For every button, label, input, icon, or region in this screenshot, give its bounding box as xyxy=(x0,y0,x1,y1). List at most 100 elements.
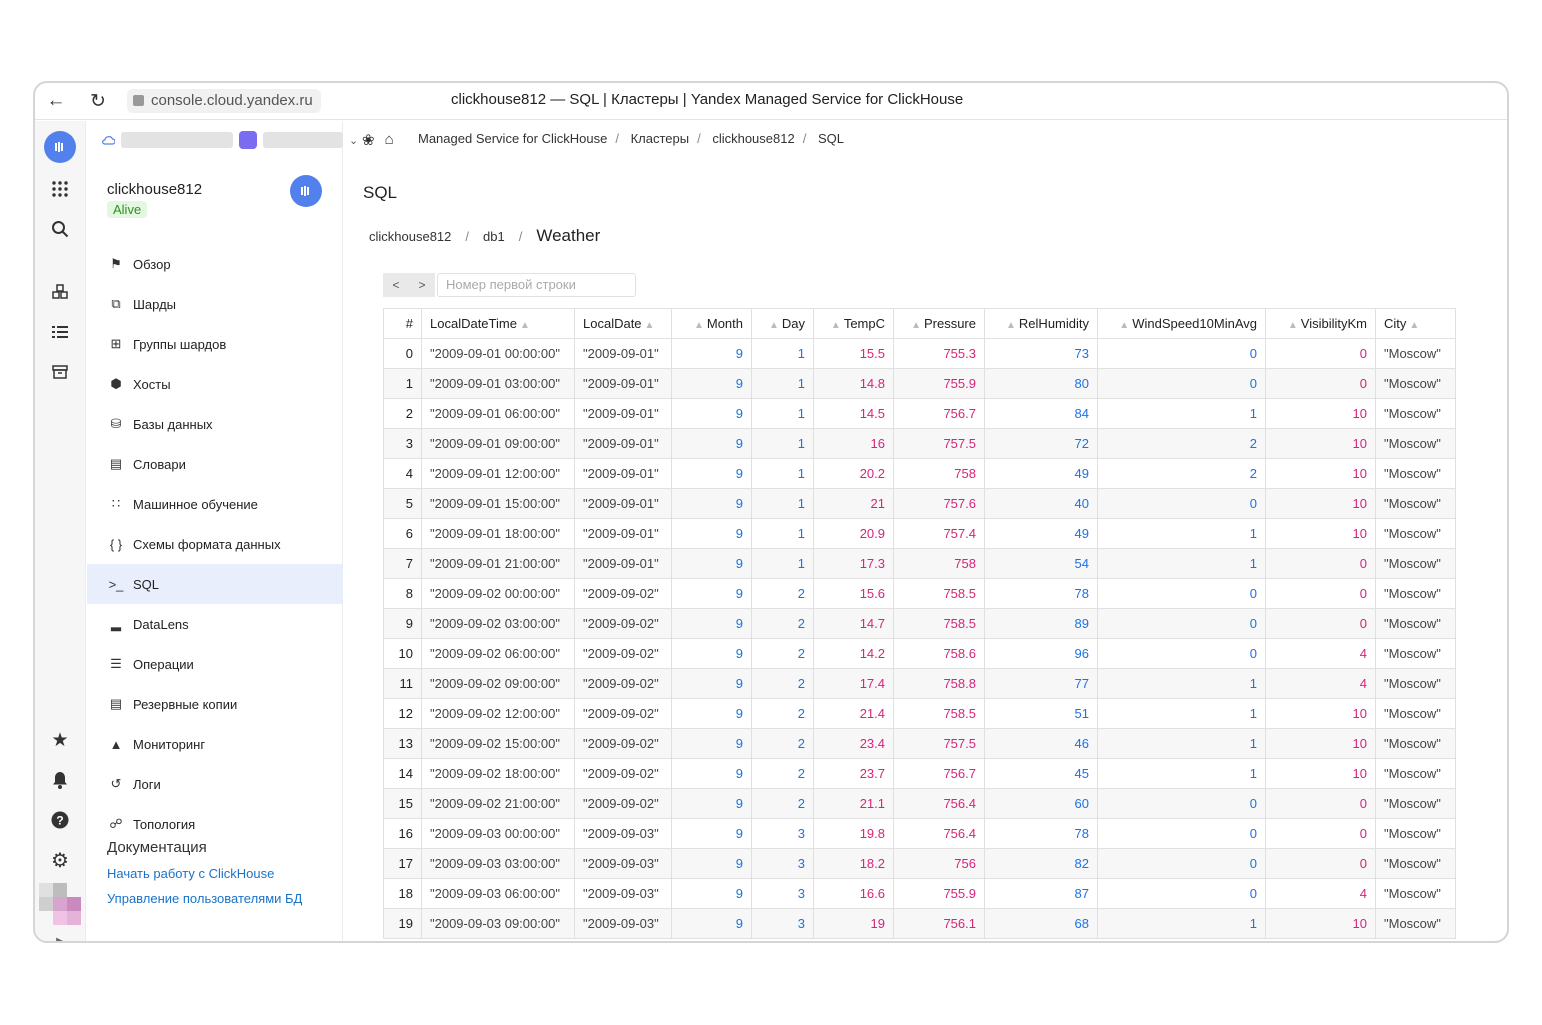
docs-link-getting-started[interactable]: Начать работу с ClickHouse xyxy=(107,866,302,881)
sidebar-item-backups[interactable]: ▤ Резервные копии xyxy=(87,684,343,724)
table-row: 15 "2009-09-02 21:00:00" "2009-09-02" 9 2 21.… xyxy=(383,788,1456,819)
table-cell: 0 xyxy=(1097,578,1266,609)
sidebar-item-datalens[interactable]: ▂ DataLens xyxy=(87,604,343,644)
table-cell: 9 xyxy=(671,668,752,699)
sort-icon[interactable]: ▲ xyxy=(831,320,841,331)
sidebar-item-databases[interactable]: ⛁ Базы данных xyxy=(87,404,343,444)
table-cell: 46 xyxy=(984,728,1098,759)
table-row: 4 "2009-09-01 12:00:00" "2009-09-01" 9 1 20.2… xyxy=(383,458,1456,489)
cluster-name: clickhouse812 xyxy=(107,181,203,198)
sort-icon[interactable]: ▲ xyxy=(1288,320,1298,331)
table-cell: 1 xyxy=(1097,908,1266,939)
column-header[interactable]: LocalDate ▲ xyxy=(574,308,672,339)
archive-icon[interactable] xyxy=(48,360,72,384)
table-cell: "2009-09-01 15:00:00" xyxy=(421,488,575,519)
table-cell: "Moscow" xyxy=(1375,518,1456,549)
expand-arrow-icon[interactable]: ▶ xyxy=(48,929,72,942)
sidebar-item-sql[interactable]: >_ SQL xyxy=(87,564,343,604)
sort-icon[interactable]: ▲ xyxy=(645,320,655,331)
table-cell: 1 xyxy=(751,428,814,459)
home-icon[interactable]: ⌂ xyxy=(385,131,394,149)
sort-icon[interactable]: ▲ xyxy=(694,320,704,331)
sidebar-item-overview[interactable]: ⚑ Обзор xyxy=(87,244,343,284)
table-cell: 11 xyxy=(383,668,422,699)
table-cell: 0 xyxy=(383,338,422,369)
sort-icon[interactable]: ▲ xyxy=(1119,320,1129,331)
table-cell: "2009-09-02 21:00:00" xyxy=(421,788,575,819)
sidebar-item-hosts[interactable]: ⬢ Хосты xyxy=(87,364,343,404)
breadcrumb-sql: SQL xyxy=(817,131,844,146)
sidebar-item-machine-learning[interactable]: ∷ Машинное обучение xyxy=(87,484,343,524)
breadcrumb-service[interactable]: Managed Service for ClickHouse xyxy=(418,131,607,146)
shard-groups-icon: ⊞ xyxy=(110,336,122,351)
sidebar-item-logs[interactable]: ↺ Логи xyxy=(87,764,343,804)
path-cluster[interactable]: clickhouse812 xyxy=(369,229,451,244)
bell-icon[interactable] xyxy=(48,768,72,792)
column-header[interactable]: ▲ VisibilityKm xyxy=(1265,308,1376,339)
column-header[interactable]: ▲ TempC xyxy=(813,308,894,339)
sidebar-item-operations[interactable]: ☰ Операции xyxy=(87,644,343,684)
docs-link-user-management[interactable]: Управление пользователями БД xyxy=(107,891,302,906)
cloud-icon xyxy=(102,136,115,145)
table-cell: 2 xyxy=(1097,428,1266,459)
table-cell: 758 xyxy=(893,548,985,579)
reload-icon[interactable]: ↻ xyxy=(87,90,109,112)
sort-icon[interactable]: ▲ xyxy=(769,320,779,331)
services-grid-icon[interactable] xyxy=(48,177,72,201)
table-cell: 757.5 xyxy=(893,428,985,459)
yandex-cloud-logo-icon[interactable] xyxy=(44,131,76,163)
path-database[interactable]: db1 xyxy=(483,229,505,244)
column-header[interactable]: ▲ WindSpeed10MinAvg xyxy=(1097,308,1266,339)
sidebar-item-topology[interactable]: ☍ Топология xyxy=(87,804,343,844)
back-arrow-icon[interactable]: ← xyxy=(45,90,67,112)
table-cell: 9 xyxy=(671,458,752,489)
table-cell: 755.9 xyxy=(893,368,985,399)
prev-page-button[interactable]: < xyxy=(383,273,409,297)
sidebar-item-shard-groups[interactable]: ⊞ Группы шардов xyxy=(87,324,343,364)
table-cell: "2009-09-02 06:00:00" xyxy=(421,638,575,669)
star-icon[interactable]: ★ xyxy=(48,728,72,752)
next-page-button[interactable]: > xyxy=(409,273,435,297)
breadcrumb-cluster[interactable]: clickhouse812 xyxy=(712,131,794,146)
cubes-icon[interactable] xyxy=(48,280,72,304)
column-header[interactable]: ▲ RelHumidity xyxy=(984,308,1098,339)
search-icon[interactable] xyxy=(48,217,72,241)
table-cell: 1 xyxy=(751,368,814,399)
sidebar-item-format-schemas[interactable]: { } Схемы формата данных xyxy=(87,524,343,564)
operations-list-icon[interactable] xyxy=(48,320,72,344)
avatar[interactable] xyxy=(39,883,81,925)
column-header[interactable]: City ▲ xyxy=(1375,308,1456,339)
table-cell: "Moscow" xyxy=(1375,458,1456,489)
sort-icon[interactable]: ▲ xyxy=(1006,320,1016,331)
table-cell: "Moscow" xyxy=(1375,698,1456,729)
first-row-input[interactable]: Номер первой строки xyxy=(437,273,636,297)
column-header[interactable]: ▲ Pressure xyxy=(893,308,985,339)
table-cell: 3 xyxy=(383,428,422,459)
settings-gear-icon[interactable]: ⚙ xyxy=(48,848,72,872)
table-cell: "2009-09-01 06:00:00" xyxy=(421,398,575,429)
column-header[interactable]: # xyxy=(383,308,422,339)
column-header[interactable]: ▲ Day xyxy=(751,308,814,339)
cloud-folder-selector[interactable]: ⌄ xyxy=(101,131,358,149)
table-cell: 756.1 xyxy=(893,908,985,939)
sort-icon[interactable]: ▲ xyxy=(1409,320,1419,331)
sidebar-item-monitoring[interactable]: ▲ Мониторинг xyxy=(87,724,343,764)
sidebar-item-dictionaries[interactable]: ▤ Словари xyxy=(87,444,343,484)
table-cell: "2009-09-01" xyxy=(574,518,672,549)
sidebar-item-shards[interactable]: ⧉ Шарды xyxy=(87,284,343,324)
sort-icon[interactable]: ▲ xyxy=(911,320,921,331)
breadcrumb-clusters[interactable]: Кластеры xyxy=(631,131,690,146)
address-bar[interactable]: console.cloud.yandex.ru xyxy=(127,89,321,113)
help-icon[interactable]: ? xyxy=(48,808,72,832)
column-header[interactable]: LocalDateTime ▲ xyxy=(421,308,575,339)
table-cell: 1 xyxy=(751,488,814,519)
column-header[interactable]: ▲ Month xyxy=(671,308,752,339)
table-cell: 0 xyxy=(1265,788,1376,819)
sort-icon[interactable]: ▲ xyxy=(520,320,530,331)
table-cell: "2009-09-03" xyxy=(574,848,672,879)
table-cell: 9 xyxy=(671,728,752,759)
table-cell: 2 xyxy=(1097,458,1266,489)
table-cell: 758.6 xyxy=(893,638,985,669)
table-cell: 1 xyxy=(751,458,814,489)
service-network-icon[interactable]: ❀ xyxy=(362,131,375,149)
